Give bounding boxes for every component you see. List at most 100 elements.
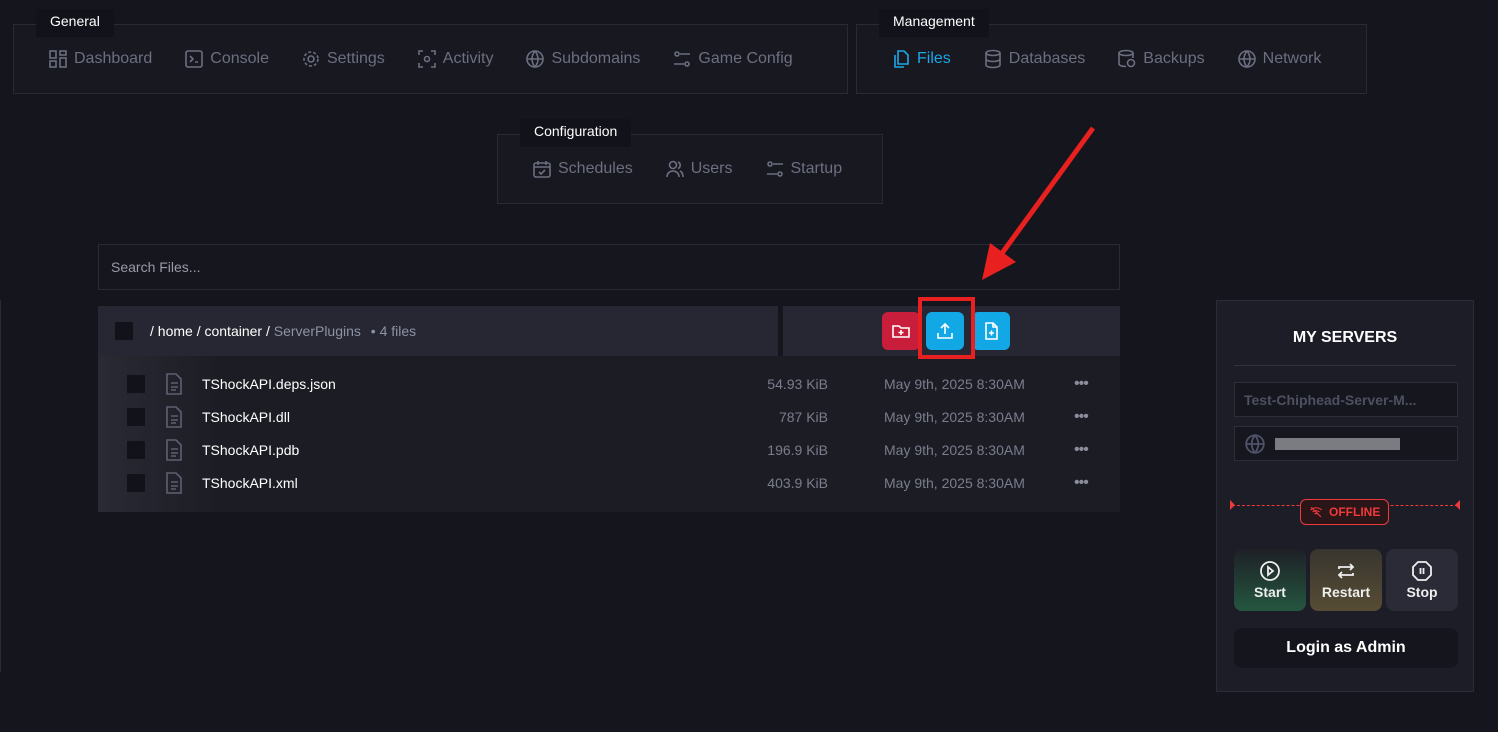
status-badge: OFFLINE <box>1300 499 1390 525</box>
database-icon <box>984 49 1001 69</box>
nav-label: Network <box>1262 50 1322 67</box>
nav-subdomains[interactable]: Subdomains <box>525 49 640 69</box>
file-size: 196.9 KiB <box>767 441 828 458</box>
nav-label: Activity <box>442 50 494 67</box>
stop-label: Stop <box>1406 584 1438 600</box>
nav-label: Dashboard <box>74 50 153 67</box>
file-row[interactable]: TShockAPI.xml 403.9 KiB May 9th, 2025 8:30… <box>98 466 1120 499</box>
nav-dashboard[interactable]: Dashboard <box>48 49 152 69</box>
file-list: TShockAPI.deps.json 54.93 KiB May 9th, 202… <box>98 356 1120 512</box>
globe-icon <box>526 50 545 68</box>
sliders-icon <box>766 161 783 177</box>
restart-button[interactable]: Restart <box>1310 549 1382 611</box>
folder-plus-icon <box>892 325 910 338</box>
files-icon <box>894 50 909 68</box>
nav-group-title: General <box>36 9 114 37</box>
file-checkbox[interactable] <box>127 440 145 459</box>
file-name[interactable]: TShockAPI.xml <box>202 475 298 491</box>
server-name-field[interactable]: Test-Chiphead-Server-M... <box>1234 382 1458 417</box>
nav-schedules[interactable]: Schedules <box>532 159 633 179</box>
backup-icon <box>1118 49 1136 68</box>
nav-console[interactable]: Console <box>184 49 269 69</box>
nav-backups[interactable]: Backups <box>1117 49 1205 69</box>
login-as-admin-button[interactable]: Login as Admin <box>1234 628 1458 668</box>
nav-group-general: General Dashboard Console Settings Activ… <box>13 9 848 94</box>
nav-label: Databases <box>1008 50 1086 67</box>
more-options-icon[interactable]: ••• <box>1074 474 1089 492</box>
file-date: May 9th, 2025 8:30AM <box>884 408 1025 425</box>
wifi-off-icon <box>1310 506 1322 518</box>
globe-icon <box>1245 433 1265 454</box>
redacted-address <box>1275 437 1400 450</box>
breadcrumb-home[interactable]: home <box>158 323 193 339</box>
start-label: Start <box>1254 584 1286 600</box>
nav-databases[interactable]: Databases <box>983 49 1086 69</box>
nav-activity[interactable]: Activity <box>417 49 494 69</box>
file-row[interactable]: TShockAPI.deps.json 54.93 KiB May 9th, 202… <box>98 367 1120 400</box>
nav-group-title: Configuration <box>520 119 632 147</box>
start-button[interactable]: Start <box>1234 549 1306 611</box>
console-icon <box>185 50 204 68</box>
breadcrumb-sep: / <box>265 323 270 339</box>
gear-icon <box>303 51 319 67</box>
nav-label: Console <box>210 50 269 67</box>
breadcrumb-sep: / <box>196 323 201 339</box>
file-icon <box>166 405 182 428</box>
nav-group-configuration: Configuration Schedules Users Startup <box>497 119 883 204</box>
nav-label: Startup <box>790 160 843 177</box>
file-checkbox[interactable] <box>127 407 145 426</box>
file-checkbox[interactable] <box>127 473 145 492</box>
file-count: • 4 files <box>370 323 417 339</box>
nav-label: Files <box>917 50 951 67</box>
file-name[interactable]: TShockAPI.deps.json <box>202 376 336 392</box>
new-folder-button[interactable] <box>882 312 920 350</box>
stop-button[interactable]: Stop <box>1386 549 1458 611</box>
nav-network[interactable]: Network <box>1237 49 1322 69</box>
file-name[interactable]: TShockAPI.dll <box>202 409 290 425</box>
panel-title: MY SERVERS <box>1292 329 1398 346</box>
stop-octagon-icon <box>1412 561 1432 581</box>
nav-label: Schedules <box>558 160 633 177</box>
server-address-field[interactable] <box>1234 426 1458 461</box>
file-plus-icon <box>985 322 998 340</box>
nav-users[interactable]: Users <box>665 159 733 179</box>
breadcrumb-container[interactable]: container <box>204 323 262 339</box>
file-icon <box>166 471 182 494</box>
search-files-input[interactable] <box>98 244 1120 290</box>
select-all-checkbox[interactable] <box>115 322 133 340</box>
file-row[interactable]: TShockAPI.pdb 196.9 KiB May 9th, 2025 8:30… <box>98 433 1120 466</box>
file-checkbox[interactable] <box>127 374 145 393</box>
my-servers-panel: MY SERVERS Test-Chiphead-Server-M... OFF… <box>1216 300 1474 692</box>
file-size: 403.9 KiB <box>767 474 828 491</box>
new-file-button[interactable] <box>972 312 1010 350</box>
file-date: May 9th, 2025 8:30AM <box>884 441 1025 458</box>
activity-eye-icon <box>417 50 436 68</box>
nav-label: Subdomains <box>551 50 641 67</box>
file-size: 54.93 KiB <box>767 375 828 392</box>
more-options-icon[interactable]: ••• <box>1074 408 1089 426</box>
status-text: OFFLINE <box>1329 505 1381 519</box>
nav-startup[interactable]: Startup <box>765 159 843 179</box>
file-name[interactable]: TShockAPI.pdb <box>202 442 299 458</box>
nav-label: Users <box>690 160 733 177</box>
file-icon <box>166 372 182 395</box>
nav-settings[interactable]: Settings <box>301 49 385 69</box>
nav-game-config[interactable]: Game Config <box>672 49 793 69</box>
file-header: / home / container / ServerPlugins • 4 f… <box>98 306 778 356</box>
upload-highlight-box <box>918 297 975 359</box>
file-date: May 9th, 2025 8:30AM <box>884 474 1025 491</box>
breadcrumb: / home / container / ServerPlugins • 4 f… <box>150 323 416 339</box>
sliders-icon <box>674 51 691 67</box>
status-line-cap-left <box>1230 500 1235 510</box>
server-name: Test-Chiphead-Server-M... <box>1244 391 1417 408</box>
more-options-icon[interactable]: ••• <box>1074 375 1089 393</box>
breadcrumb-sep: / <box>150 323 154 339</box>
file-icon <box>166 438 182 461</box>
file-row[interactable]: TShockAPI.dll 787 KiB May 9th, 2025 8:30AM… <box>98 400 1120 433</box>
repeat-icon <box>1337 563 1355 579</box>
login-label: Login as Admin <box>1286 639 1406 656</box>
nav-group-title: Management <box>879 9 989 37</box>
nav-label: Game Config <box>698 50 793 67</box>
nav-files[interactable]: Files <box>891 49 951 69</box>
more-options-icon[interactable]: ••• <box>1074 441 1089 459</box>
